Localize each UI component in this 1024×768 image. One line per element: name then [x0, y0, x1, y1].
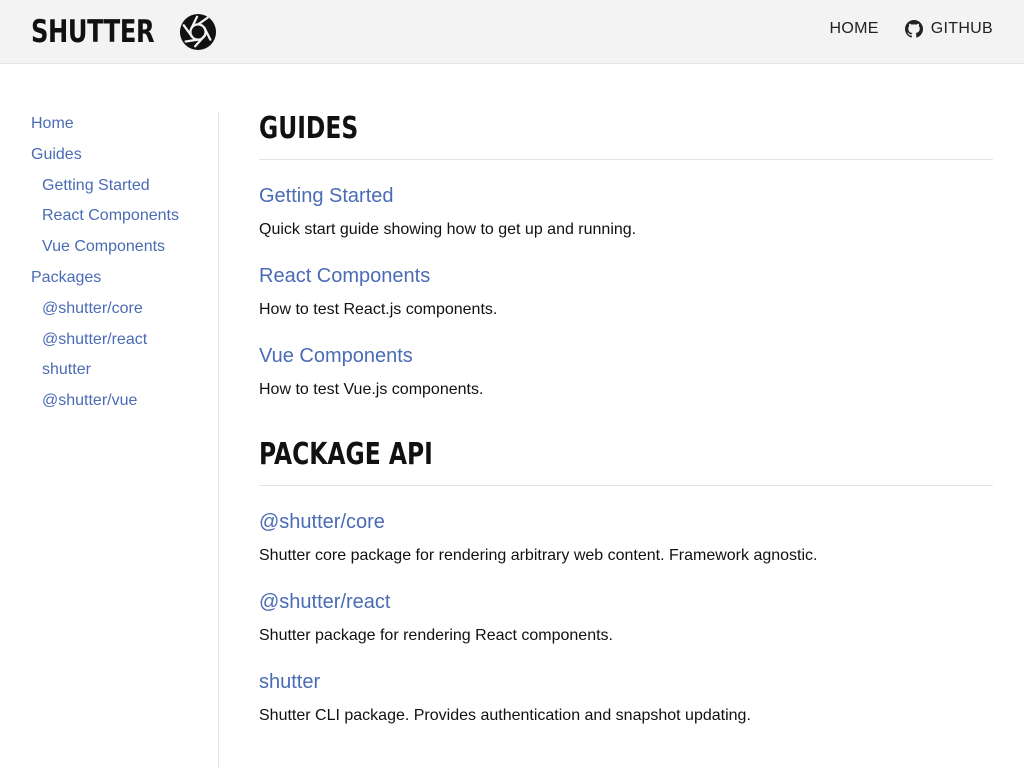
- nav-github-link[interactable]: GITHUB: [904, 20, 993, 38]
- section-title-package-api: PACKAGE API: [259, 437, 433, 472]
- list-item: Getting Started Quick start guide showin…: [259, 184, 993, 240]
- sidebar-divider: [218, 112, 219, 768]
- sidebar-item-guides[interactable]: Guides: [31, 140, 217, 171]
- entry-description: Shutter core package for rendering arbit…: [259, 547, 818, 564]
- sidebar-item-getting-started[interactable]: Getting Started: [31, 171, 217, 202]
- section-title-guides: GUIDES: [259, 111, 359, 146]
- sidebar-item-shutter-core[interactable]: @shutter/core: [31, 294, 217, 325]
- top-nav: HOME GITHUB: [830, 20, 993, 38]
- entry-title-link[interactable]: shutter: [259, 670, 993, 694]
- package-api-section: PACKAGE API @shutter/core Shutter core p…: [259, 438, 993, 726]
- nav-github-label[interactable]: GITHUB: [931, 20, 993, 38]
- sidebar-item-vue-components[interactable]: Vue Components: [31, 232, 217, 263]
- section-header: GUIDES: [259, 112, 993, 160]
- entry-title-link[interactable]: @shutter/react: [259, 590, 993, 614]
- entry-title-link[interactable]: React Components: [259, 264, 993, 288]
- entry-title-link[interactable]: Getting Started: [259, 184, 993, 208]
- sidebar-item-packages[interactable]: Packages: [31, 263, 217, 294]
- section-header: PACKAGE API: [259, 438, 993, 486]
- sidebar-item-react-components[interactable]: React Components: [31, 201, 217, 232]
- sidebar-item-shutter-react[interactable]: @shutter/react: [31, 325, 217, 356]
- entry-description: How to test React.js components.: [259, 301, 498, 318]
- entry-description: Shutter CLI package. Provides authentica…: [259, 707, 751, 724]
- entry-description: How to test Vue.js components.: [259, 381, 484, 398]
- aperture-icon: [179, 13, 217, 51]
- guides-section: GUIDES Getting Started Quick start guide…: [259, 112, 993, 400]
- entry-title-link[interactable]: @shutter/core: [259, 510, 993, 534]
- sidebar-item-shutter-vue[interactable]: @shutter/vue: [31, 386, 217, 417]
- entry-title-link[interactable]: Vue Components: [259, 344, 993, 368]
- list-item: Vue Components How to test Vue.js compon…: [259, 344, 993, 400]
- brand-name[interactable]: SHUTTER: [31, 14, 155, 50]
- list-item: @shutter/core Shutter core package for r…: [259, 510, 993, 566]
- brand[interactable]: SHUTTER: [31, 10, 217, 54]
- sidebar-item-home[interactable]: Home: [31, 109, 217, 140]
- sidebar: Home Guides Getting Started React Compon…: [31, 109, 217, 417]
- sidebar-item-shutter[interactable]: shutter: [31, 355, 217, 386]
- list-item: React Components How to test React.js co…: [259, 264, 993, 320]
- top-header: SHUTTER HOME GITHUB: [0, 0, 1024, 64]
- entry-description: Quick start guide showing how to get up …: [259, 221, 637, 238]
- list-item: @shutter/react Shutter package for rende…: [259, 590, 993, 646]
- list-item: shutter Shutter CLI package. Provides au…: [259, 670, 993, 726]
- nav-home-link[interactable]: HOME: [830, 20, 879, 38]
- entry-description: Shutter package for rendering React comp…: [259, 627, 613, 644]
- github-icon: [904, 20, 923, 38]
- main-content: GUIDES Getting Started Quick start guide…: [259, 112, 993, 726]
